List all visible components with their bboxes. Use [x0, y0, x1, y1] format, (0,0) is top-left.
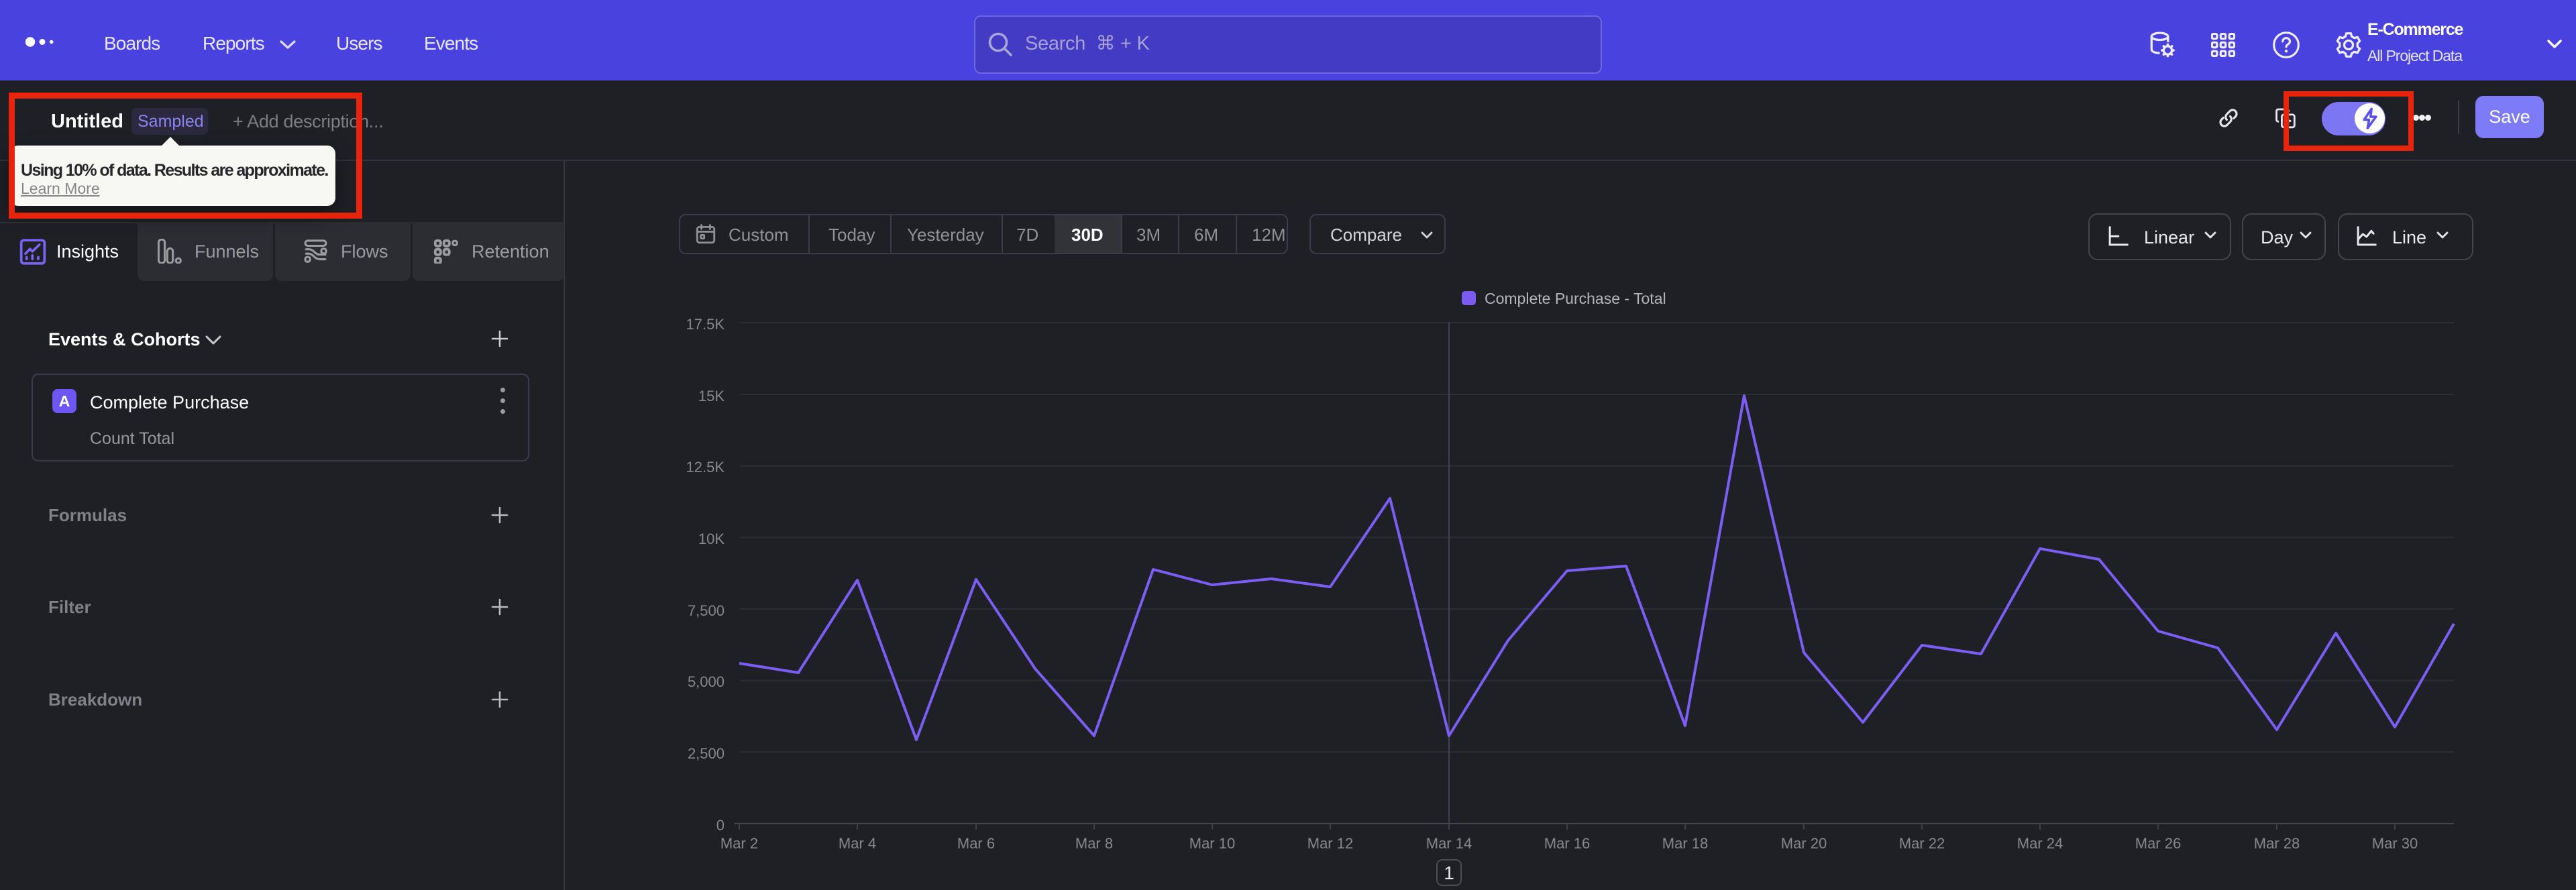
svg-text:5,000: 5,000: [688, 673, 724, 690]
svg-text:7,500: 7,500: [688, 602, 724, 619]
svg-text:Mar 24: Mar 24: [2017, 835, 2063, 852]
svg-text:Mar 14: Mar 14: [1426, 835, 1472, 852]
svg-text:15K: 15K: [698, 388, 724, 404]
svg-text:Mar 2: Mar 2: [720, 835, 758, 852]
svg-text:2,500: 2,500: [688, 745, 724, 762]
svg-text:0: 0: [716, 817, 724, 834]
svg-text:Mar 18: Mar 18: [1662, 835, 1708, 852]
svg-text:Mar 28: Mar 28: [2254, 835, 2300, 852]
svg-text:Mar 26: Mar 26: [2135, 835, 2181, 852]
svg-text:Mar 22: Mar 22: [1899, 835, 1945, 852]
svg-text:Mar 30: Mar 30: [2372, 835, 2418, 852]
svg-text:Mar 8: Mar 8: [1075, 835, 1113, 852]
svg-text:Mar 6: Mar 6: [957, 835, 995, 852]
svg-text:Mar 4: Mar 4: [839, 835, 876, 852]
svg-text:17.5K: 17.5K: [686, 316, 725, 333]
svg-text:Mar 20: Mar 20: [1781, 835, 1827, 852]
svg-text:Mar 10: Mar 10: [1189, 835, 1235, 852]
svg-text:12.5K: 12.5K: [686, 459, 725, 476]
svg-text:10K: 10K: [698, 531, 724, 547]
svg-text:Mar 12: Mar 12: [1307, 835, 1353, 852]
svg-text:Mar 16: Mar 16: [1544, 835, 1590, 852]
